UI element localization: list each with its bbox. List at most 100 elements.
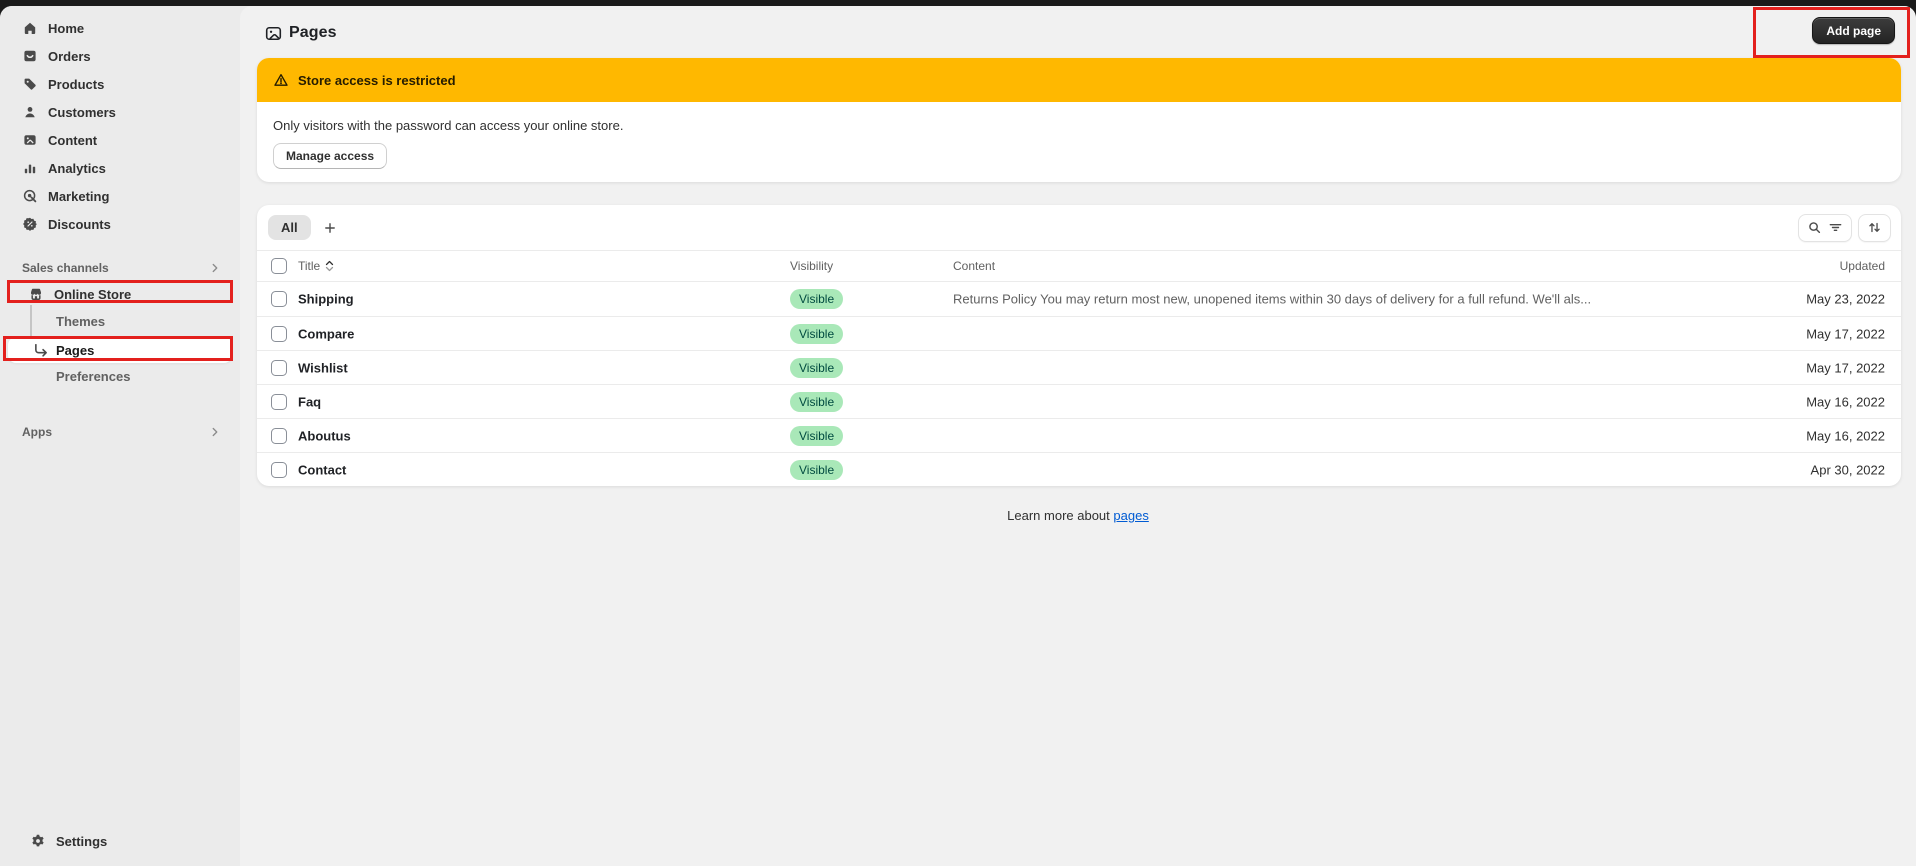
online-store-label: Online Store [54, 287, 131, 302]
visibility-badge: Visible [790, 426, 843, 446]
table-row[interactable]: Compare Visible May 17, 2022 [257, 316, 1901, 350]
banner-header: Store access is restricted [257, 58, 1901, 102]
row-checkbox[interactable] [271, 462, 287, 478]
table-row[interactable]: Wishlist Visible May 17, 2022 [257, 350, 1901, 384]
products-icon [22, 76, 38, 92]
row-checkbox[interactable] [271, 360, 287, 376]
page-updated-date: May 16, 2022 [1806, 428, 1885, 443]
sidebar-item-themes[interactable]: Themes [8, 311, 232, 331]
sidebar-item-pages[interactable]: Pages [8, 337, 232, 363]
discounts-icon [22, 216, 38, 232]
title-column-label: Title [298, 259, 320, 273]
page-title-link[interactable]: Wishlist [298, 360, 348, 375]
page-title-link[interactable]: Faq [298, 394, 321, 409]
page-updated-date: May 17, 2022 [1806, 360, 1885, 375]
add-view-button[interactable] [317, 215, 343, 241]
pages-icon [265, 25, 282, 42]
storefront-icon [28, 286, 44, 302]
table-toolbar: All [257, 205, 1901, 250]
column-header-content: Content [953, 259, 995, 273]
sidebar-item-customers[interactable]: Customers [8, 98, 232, 126]
nav-item-label: Analytics [48, 161, 106, 176]
sidebar: Home Orders Products Customers Content A… [0, 6, 240, 866]
sidebar-item-home[interactable]: Home [8, 14, 232, 42]
orders-icon [22, 48, 38, 64]
pages-help-link[interactable]: pages [1113, 508, 1148, 523]
settings-label: Settings [56, 834, 107, 849]
page-title-link[interactable]: Aboutus [298, 428, 351, 443]
nav-item-label: Marketing [48, 189, 109, 204]
column-header-title[interactable]: Title [298, 259, 334, 273]
visibility-badge: Visible [790, 289, 843, 309]
row-checkbox[interactable] [271, 428, 287, 444]
customers-icon [22, 104, 38, 120]
sidebar-section-apps[interactable]: Apps [8, 420, 232, 444]
page-updated-date: May 23, 2022 [1806, 292, 1885, 307]
filter-icon [1828, 220, 1843, 235]
sidebar-item-analytics[interactable]: Analytics [8, 154, 232, 182]
main-content: Pages Add page Store access is restricte… [240, 6, 1916, 866]
nav-item-label: Products [48, 77, 104, 92]
table-row[interactable]: Aboutus Visible May 16, 2022 [257, 418, 1901, 452]
preferences-label: Preferences [56, 369, 130, 384]
sidebar-item-marketing[interactable]: Marketing [8, 182, 232, 210]
sidebar-item-orders[interactable]: Orders [8, 42, 232, 70]
select-all-checkbox[interactable] [271, 258, 287, 274]
banner-title: Store access is restricted [298, 73, 456, 88]
column-header-visibility: Visibility [790, 259, 833, 273]
nav-item-label: Customers [48, 105, 116, 120]
nav-item-label: Content [48, 133, 97, 148]
sidebar-item-settings[interactable]: Settings [8, 829, 232, 853]
row-checkbox[interactable] [271, 326, 287, 342]
sidebar-item-products[interactable]: Products [8, 70, 232, 98]
search-filter-button[interactable] [1798, 214, 1852, 242]
manage-access-button[interactable]: Manage access [273, 143, 387, 169]
gear-icon [30, 833, 46, 849]
sidebar-item-online-store[interactable]: Online Store [8, 283, 232, 305]
banner-message: Only visitors with the password can acce… [273, 118, 1885, 133]
sort-arrows-icon [1867, 220, 1882, 235]
sidebar-item-preferences[interactable]: Preferences [8, 366, 232, 386]
themes-label: Themes [56, 314, 105, 329]
add-page-button[interactable]: Add page [1812, 17, 1895, 44]
pages-table: All [257, 205, 1901, 486]
sidebar-item-content[interactable]: Content [8, 126, 232, 154]
sidebar-section-sales-channels[interactable]: Sales channels [8, 258, 232, 278]
sort-button[interactable] [1858, 214, 1891, 242]
marketing-icon [22, 188, 38, 204]
learn-more-text: Learn more about [1007, 508, 1110, 523]
sales-channels-label: Sales channels [22, 261, 109, 275]
row-checkbox[interactable] [271, 291, 287, 307]
row-checkbox[interactable] [271, 394, 287, 410]
page-title-link[interactable]: Compare [298, 326, 354, 341]
table-header-row: Title Visibility Content Updated [257, 250, 1901, 282]
search-icon [1807, 220, 1822, 235]
page-header: Pages [265, 19, 337, 47]
table-row[interactable]: Faq Visible May 16, 2022 [257, 384, 1901, 418]
visibility-badge: Visible [790, 392, 843, 412]
sidebar-item-discounts[interactable]: Discounts [8, 210, 232, 238]
chevron-right-icon [208, 261, 224, 275]
pages-table-body: Shipping Visible Returns Policy You may … [257, 282, 1901, 486]
bend-arrow-icon [33, 343, 49, 359]
plus-icon [323, 221, 337, 235]
nav-item-label: Home [48, 21, 84, 36]
pages-label: Pages [56, 343, 94, 358]
page-title: Pages [289, 24, 337, 42]
tab-all[interactable]: All [268, 215, 311, 240]
page-title-link[interactable]: Contact [298, 462, 346, 477]
column-header-updated: Updated [1840, 259, 1885, 273]
table-row[interactable]: Shipping Visible Returns Policy You may … [257, 282, 1901, 316]
home-icon [22, 20, 38, 36]
apps-label: Apps [22, 425, 52, 439]
page-updated-date: May 16, 2022 [1806, 394, 1885, 409]
nav-item-label: Orders [48, 49, 91, 64]
page-title-link[interactable]: Shipping [298, 292, 354, 307]
page-updated-date: May 17, 2022 [1806, 326, 1885, 341]
learn-more-footer: Learn more about pages [240, 508, 1916, 523]
table-row[interactable]: Contact Visible Apr 30, 2022 [257, 452, 1901, 486]
page-content-preview: Returns Policy You may return most new, … [953, 292, 1591, 307]
nav-item-label: Discounts [48, 217, 111, 232]
app-shell: Home Orders Products Customers Content A… [0, 6, 1916, 866]
analytics-icon [22, 160, 38, 176]
